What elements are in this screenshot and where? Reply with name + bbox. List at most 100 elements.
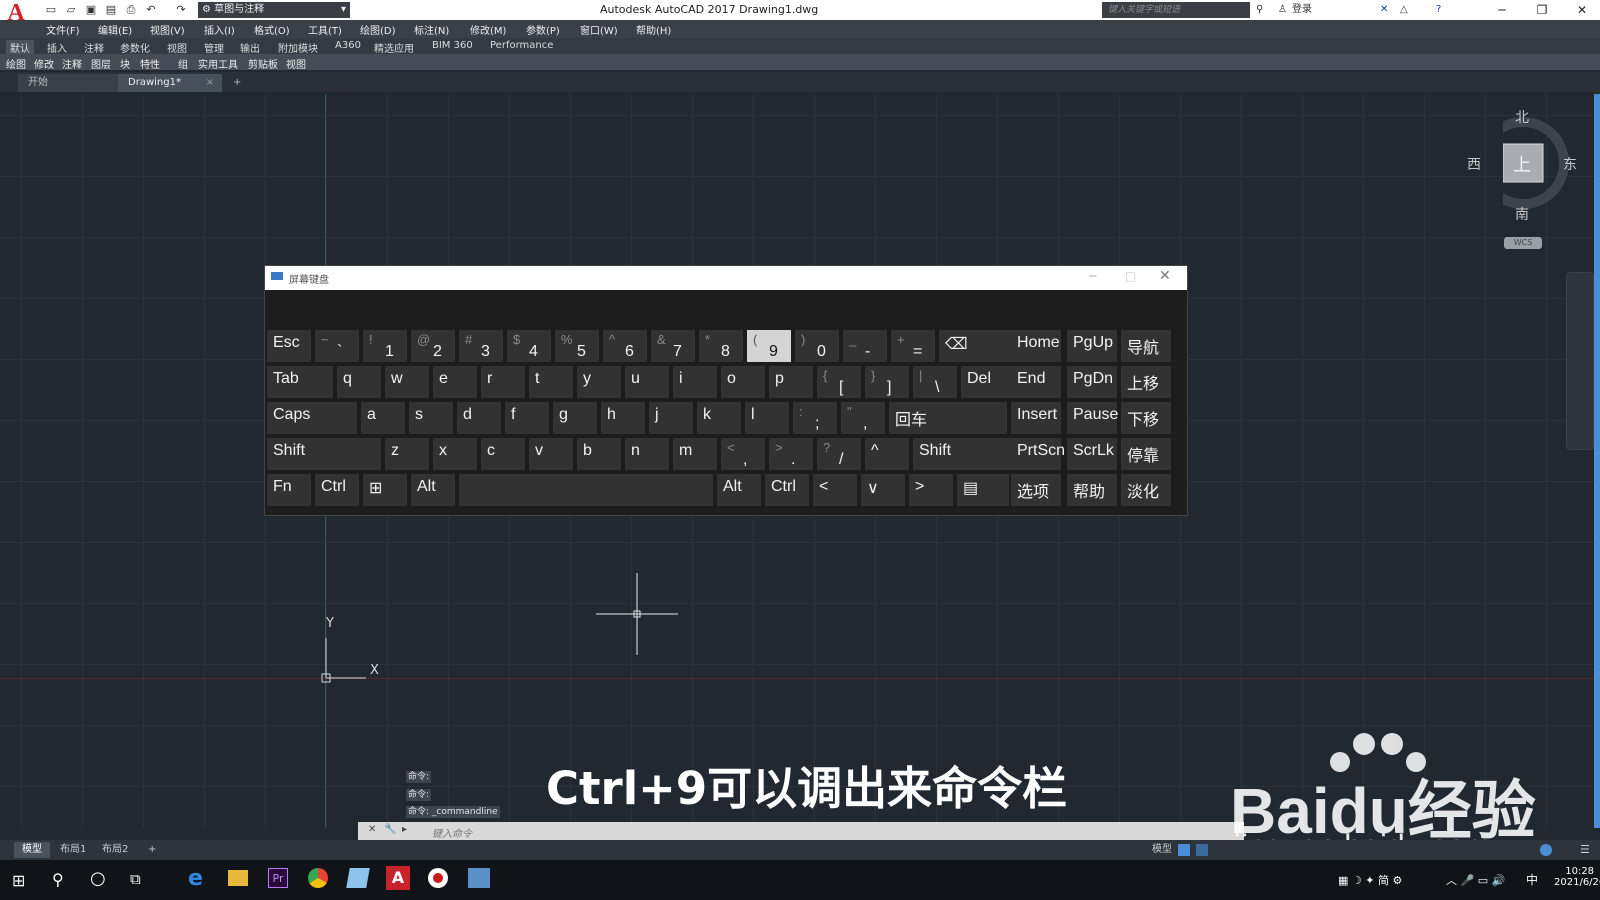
osk-nav-key[interactable]: Insert <box>1011 402 1061 434</box>
osk-nav-key[interactable]: PgDn <box>1067 366 1117 398</box>
osk-key[interactable]: 回车 <box>889 402 1007 434</box>
osk-key[interactable]: ∨ <box>861 474 905 506</box>
command-line-bar[interactable]: ✕ 🔧 ▸ 键入命令 <box>358 822 1244 840</box>
osk-key[interactable]: Alt <box>717 474 761 506</box>
ribbon-tab[interactable]: 附加模块 <box>278 40 318 55</box>
osk-key[interactable]: ⌫ <box>939 330 1013 362</box>
osk-key[interactable]: + = <box>891 330 935 362</box>
osk-key[interactable]: i <box>673 366 717 398</box>
model-space-button[interactable]: 模型 <box>1144 842 1180 858</box>
user-icon[interactable]: ♙ <box>1278 2 1287 18</box>
osk-key[interactable]: ) 0 <box>795 330 839 362</box>
tab-drawing1[interactable]: Drawing1* × <box>118 74 222 92</box>
login-button[interactable]: 登录 <box>1292 2 1312 18</box>
osk-key[interactable]: l <box>745 402 789 434</box>
osk-key[interactable]: g <box>553 402 597 434</box>
osk-key[interactable]: f <box>505 402 549 434</box>
osk-key[interactable]: Shift <box>267 438 381 470</box>
osk-key[interactable]: v <box>529 438 573 470</box>
osk-nav-key[interactable]: End <box>1011 366 1061 398</box>
osk-nav-key[interactable]: 导航 <box>1121 330 1171 362</box>
ribbon-tab[interactable]: 视图 <box>167 40 187 55</box>
osk-maximize-icon[interactable]: □ <box>1125 269 1136 283</box>
osk-key[interactable]: x <box>433 438 477 470</box>
osk-nav-key[interactable]: 下移 <box>1121 402 1171 434</box>
osk-key[interactable]: Del <box>961 366 1013 398</box>
menu-item[interactable]: 视图(V) <box>150 22 185 37</box>
workspace-selector[interactable]: ⚙ 草图与注释 ▾ <box>198 2 350 18</box>
osk-key[interactable]: > <box>909 474 953 506</box>
osk-key[interactable] <box>459 474 713 506</box>
osk-key[interactable]: c <box>481 438 525 470</box>
osk-key[interactable]: t <box>529 366 573 398</box>
osk-key[interactable]: (9 <box>747 330 791 362</box>
osk-key[interactable]: d <box>457 402 501 434</box>
input-language[interactable]: 中 <box>1526 871 1538 888</box>
menu-item[interactable]: 格式(O) <box>254 22 290 37</box>
menu-item[interactable]: 绘图(D) <box>360 22 396 37</box>
osk-key[interactable]: ~ ` <box>315 330 359 362</box>
osk-key[interactable]: h <box>601 402 645 434</box>
autocad-taskbar-icon[interactable]: A <box>386 866 410 890</box>
command-close-icon[interactable]: ✕ <box>368 824 376 835</box>
snap-toggle-icon[interactable] <box>1196 844 1208 856</box>
ribbon-panel[interactable]: 块 <box>120 56 130 71</box>
ribbon-panel[interactable]: 修改 <box>34 56 54 71</box>
close-icon[interactable]: ✕ <box>1564 0 1600 20</box>
osk-key[interactable]: b <box>577 438 621 470</box>
ribbon-panel[interactable]: 注释 <box>62 56 82 71</box>
osk-key[interactable]: r <box>481 366 525 398</box>
osk-key[interactable]: y <box>577 366 621 398</box>
osk-key[interactable]: k <box>697 402 741 434</box>
osk-key[interactable]: ^ 6 <box>603 330 647 362</box>
osk-key[interactable]: j <box>649 402 693 434</box>
osk-key[interactable]: * 8 <box>699 330 743 362</box>
save-as-icon[interactable]: ▤ <box>104 3 118 17</box>
osk-nav-key[interactable]: 淡化 <box>1121 474 1171 506</box>
osk-key[interactable]: <, <box>721 438 765 470</box>
navigation-bar[interactable] <box>1566 272 1594 450</box>
osk-title-bar[interactable]: 屏幕键盘 ─ □ ✕ <box>265 266 1187 290</box>
search-input[interactable]: 键入关键字或短语 <box>1102 2 1250 18</box>
wcs-button[interactable]: WCS <box>1504 237 1542 249</box>
osk-key[interactable]: & 7 <box>651 330 695 362</box>
osk-nav-key[interactable]: Home <box>1011 330 1061 362</box>
cube-face-top[interactable]: 上 <box>1513 151 1531 177</box>
menu-item[interactable]: 标注(N) <box>414 22 449 37</box>
osk-nav-key[interactable]: PrtScn <box>1011 438 1065 470</box>
osk-key[interactable]: }] <box>865 366 909 398</box>
osk-key[interactable]: m <box>673 438 717 470</box>
clock[interactable]: 10:28 2021/6/26 <box>1554 866 1600 888</box>
edge-browser-icon[interactable]: e <box>188 866 203 891</box>
ribbon-tab[interactable]: 管理 <box>204 40 224 55</box>
ribbon-tab[interactable]: 默认 <box>6 40 34 55</box>
view-cube[interactable]: 北 南 东 西 上 <box>1467 110 1600 223</box>
ribbon-panel[interactable]: 特性 <box>140 56 160 71</box>
osk-key[interactable]: w <box>385 366 429 398</box>
osk-key[interactable]: u <box>625 366 669 398</box>
osk-key[interactable]: Ctrl <box>765 474 809 506</box>
cortana-icon[interactable]: ○ <box>90 868 106 889</box>
restore-icon[interactable]: ❐ <box>1524 0 1560 20</box>
osk-key[interactable]: ? / <box>817 438 861 470</box>
menu-item[interactable]: 插入(I) <box>204 22 235 37</box>
osk-key[interactable]: Fn <box>267 474 311 506</box>
osk-nav-key[interactable]: Pause <box>1067 402 1118 434</box>
ribbon-panel[interactable]: 剪贴板 <box>248 56 278 71</box>
minimize-icon[interactable]: ─ <box>1484 0 1520 20</box>
osk-key[interactable]: :; <box>793 402 837 434</box>
osk-key[interactable]: | \ <box>913 366 957 398</box>
compass-north[interactable]: 北 <box>1515 107 1529 127</box>
tab-close-icon[interactable]: × <box>206 74 214 92</box>
osk-nav-key[interactable]: 选项 <box>1011 474 1061 506</box>
osk-key[interactable]: Tab <box>267 366 333 398</box>
customize-menu-icon[interactable]: ☰ <box>1580 843 1590 856</box>
new-file-icon[interactable]: ▭ <box>44 3 58 17</box>
osk-key[interactable]: z <box>385 438 429 470</box>
compass-east[interactable]: 东 <box>1563 154 1577 174</box>
command-input[interactable]: 键入命令 <box>432 825 472 840</box>
menu-item[interactable]: 帮助(H) <box>636 22 671 37</box>
osk-key[interactable]: ! 1 <box>363 330 407 362</box>
osk-key[interactable]: % 5 <box>555 330 599 362</box>
undo-icon[interactable]: ↶ <box>144 3 158 17</box>
